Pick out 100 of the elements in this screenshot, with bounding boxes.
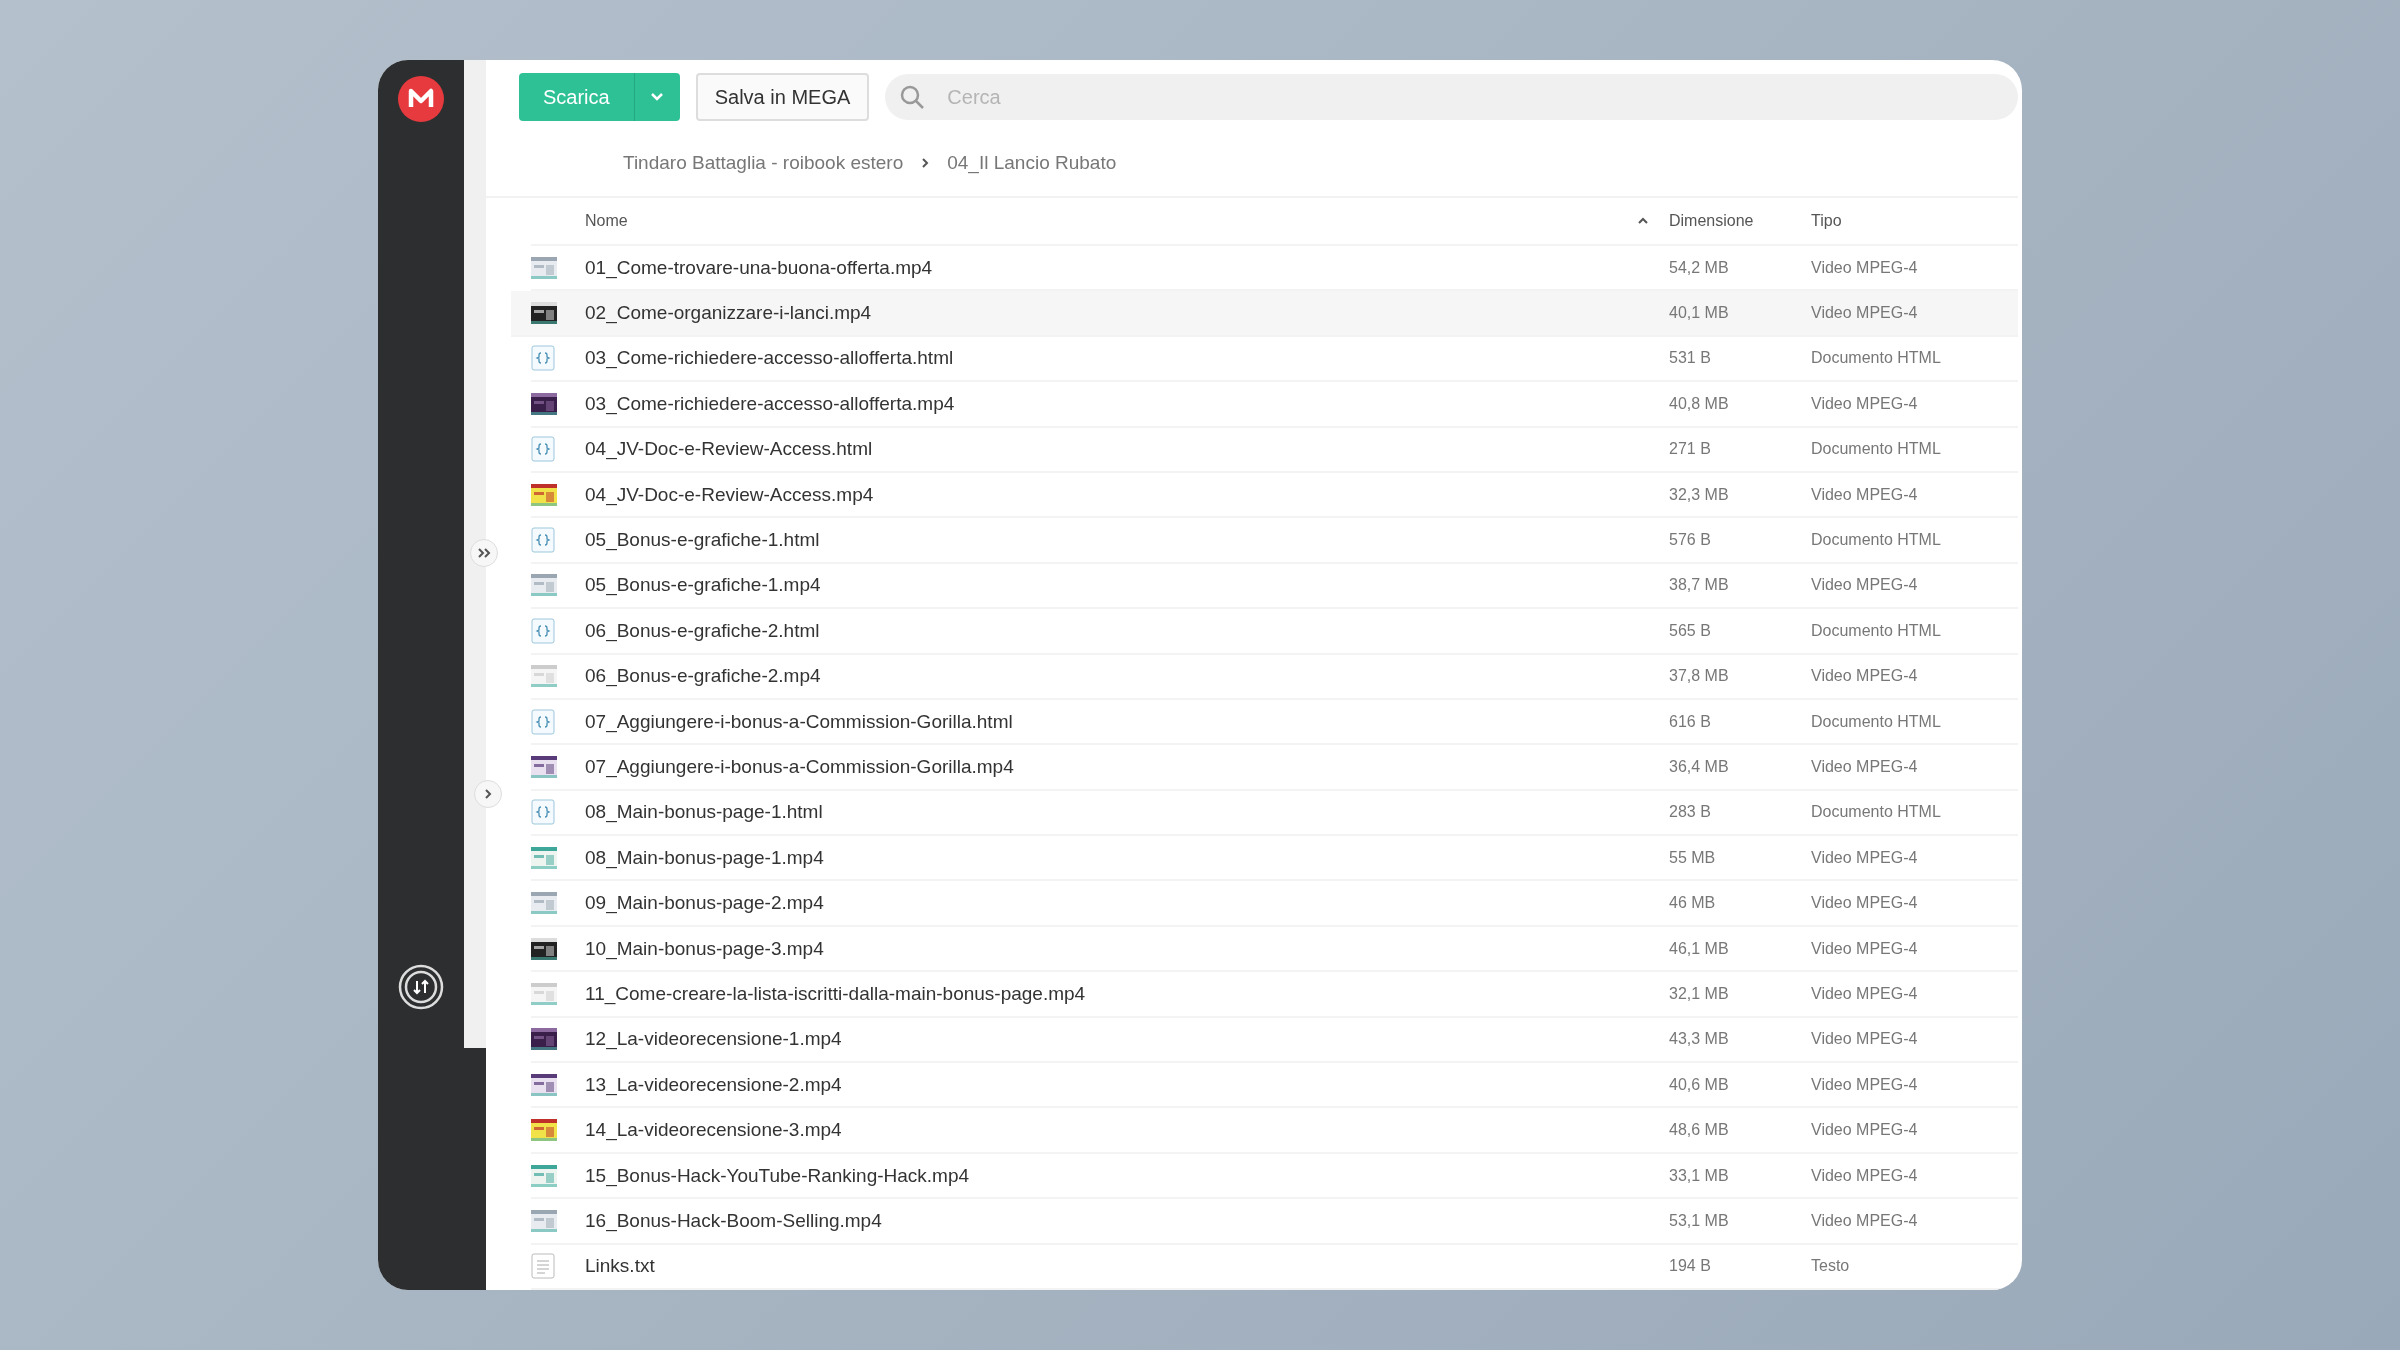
file-row[interactable]: 14_La-videorecensione-3.mp4 48,6 MB Video MPEG-4	[531, 1108, 2018, 1154]
code-file-icon	[531, 617, 555, 644]
file-name: 02_Come-organizzare-i-lanci.mp4	[585, 302, 873, 325]
file-size: 38,7 MB	[1669, 576, 1730, 595]
file-size: 46 MB	[1669, 894, 1717, 913]
chevron-icon	[921, 156, 930, 169]
file-row[interactable]: 06_Bonus-e-grafiche-2.html 565 B Documento HTML	[531, 609, 2018, 655]
file-size: 54,2 MB	[1669, 258, 1730, 277]
file-row[interactable]: 05_Bonus-e-grafiche-1.html 576 B Documento HTML	[531, 518, 2018, 564]
code-file-icon	[531, 799, 555, 826]
file-size: 40,1 MB	[1669, 304, 1730, 323]
file-name: 13_La-videorecensione-2.mp4	[585, 1073, 843, 1096]
search-icon	[899, 84, 926, 110]
file-type: Video MPEG-4	[1811, 939, 1919, 958]
file-size: 531 B	[1669, 349, 1712, 368]
file-size: 53,1 MB	[1669, 1211, 1730, 1230]
column-header[interactable]: Nome	[585, 212, 628, 230]
file-size: 48,6 MB	[1669, 1121, 1730, 1140]
file-row[interactable]: 15_Bonus-Hack-YouTube-Ranking-Hack.mp4 33,1 MB Video MPEG-4	[531, 1153, 2018, 1200]
breadcrumb-link[interactable]: Tindaro Battaglia - roibook estero	[623, 151, 904, 174]
file-type: Documento HTML	[1811, 803, 1942, 822]
file-row[interactable]: 08_Main-bonus-page-1.html 283 B Documento HTML	[531, 790, 2018, 837]
file-row[interactable]: 12_La-videorecensione-1.mp4 43,3 MB Video MPEG-4	[531, 1017, 2018, 1064]
file-name: 16_Bonus-Hack-Boom-Selling.mp4	[585, 1209, 883, 1232]
file-row[interactable]: 09_Main-bonus-page-2.mp4 46 MB Video MPEG-4	[531, 881, 2018, 927]
file-size: 37,8 MB	[1669, 667, 1730, 686]
file-size: 576 B	[1669, 531, 1712, 550]
search-field[interactable]: Cerca	[945, 84, 2018, 110]
file-size: 32,3 MB	[1669, 485, 1730, 504]
file-size: 565 B	[1669, 621, 1712, 640]
file-type: Documento HTML	[1811, 621, 1942, 640]
file-row[interactable]: 04_JV-Doc-e-Review-Access.html 271 B Documento HTML	[531, 427, 2018, 473]
file-size: 46,1 MB	[1669, 939, 1730, 958]
file-name: 10_Main-bonus-page-3.mp4	[585, 937, 825, 960]
code-file-icon	[531, 527, 555, 554]
file-name: 08_Main-bonus-page-1.html	[585, 801, 824, 824]
breadcrumb-link[interactable]: 04_Il Lancio Rubato	[947, 151, 1117, 174]
file-size: 36,4 MB	[1669, 758, 1730, 776]
file-row[interactable]: 08_Main-bonus-page-1.mp4 55 MB Video MPEG-4	[531, 836, 2018, 882]
file-name: 08_Main-bonus-page-1.mp4	[585, 846, 825, 869]
file-row[interactable]: 10_Main-bonus-page-3.mp4 46,1 MB Video MPEG-4	[531, 926, 2018, 973]
file-size: 32,1 MB	[1669, 984, 1730, 1003]
file-size: 55 MB	[1669, 848, 1717, 867]
file-size: 40,6 MB	[1669, 1075, 1730, 1094]
file-row[interactable]: 11_Come-creare-la-lista-iscritti-dalla-main-bonus-page.mp4 32,1 MB Video MPEG-4	[531, 972, 2018, 1018]
file-type: Video MPEG-4	[1811, 758, 1919, 776]
transfers-icon[interactable]	[398, 964, 444, 1010]
logo-icon	[398, 76, 444, 122]
file-row[interactable]: Links.txt 194 B Testo	[531, 1244, 2018, 1290]
file-name: 03_Come-richiedere-accesso-allofferta.html	[585, 347, 955, 370]
code-file-icon	[531, 708, 555, 735]
file-type: Video MPEG-4	[1811, 1121, 1919, 1140]
file-name: 11_Come-creare-la-lista-iscritti-dalla-main-bonus-page.mp4	[585, 982, 1087, 1005]
code-file-icon	[531, 436, 555, 463]
file-row[interactable]: 07_Aggiungere-i-bonus-a-Commission-Gorilla.mp4 36,4 MB Video MPEG-4	[531, 745, 2018, 791]
file-name: 06_Bonus-e-grafiche-2.html	[585, 619, 821, 642]
column-header[interactable]: Tipo	[1811, 212, 1842, 230]
file-row[interactable]: 07_Aggiungere-i-bonus-a-Commission-Gorilla.html 616 B Documento HTML	[531, 699, 2018, 746]
sort-icon[interactable]	[1637, 217, 1649, 225]
file-row[interactable]: 06_Bonus-e-grafiche-2.mp4 37,8 MB Video MPEG-4	[531, 654, 2018, 700]
file-name: 07_Aggiungere-i-bonus-a-Commission-Gorilla.html	[585, 710, 1014, 733]
file-type: Video MPEG-4	[1811, 1166, 1919, 1185]
file-size: 283 B	[1669, 803, 1712, 822]
file-type: Video MPEG-4	[1811, 1030, 1919, 1049]
file-type: Documento HTML	[1811, 531, 1942, 550]
file-row[interactable]: 05_Bonus-e-grafiche-1.mp4 38,7 MB Video MPEG-4	[531, 563, 2018, 610]
file-type: Video MPEG-4	[1811, 394, 1919, 413]
file-name: 12_La-videorecensione-1.mp4	[585, 1028, 843, 1051]
file-row[interactable]: 03_Come-richiedere-accesso-allofferta.html 531 B Documento HTML	[531, 336, 2018, 383]
file-type: Testo	[1811, 1257, 1851, 1276]
file-name: 05_Bonus-e-grafiche-1.html	[585, 529, 821, 552]
file-type: Video MPEG-4	[1811, 304, 1919, 323]
text-file-icon	[531, 1253, 555, 1280]
file-size: 43,3 MB	[1669, 1030, 1730, 1049]
file-name: 14_La-videorecensione-3.mp4	[585, 1119, 843, 1142]
file-row[interactable]: 04_JV-Doc-e-Review-Access.mp4 32,3 MB Video MPEG-4	[531, 472, 2018, 519]
double-chevron-icon	[477, 547, 491, 559]
file-name: 03_Come-richiedere-accesso-allofferta.mp4	[585, 392, 956, 415]
file-type: Video MPEG-4	[1811, 258, 1919, 277]
file-name: 04_JV-Doc-e-Review-Access.mp4	[585, 483, 875, 506]
file-type: Video MPEG-4	[1811, 984, 1919, 1003]
file-size: 271 B	[1669, 440, 1712, 459]
file-type: Documento HTML	[1811, 349, 1942, 368]
file-type: Video MPEG-4	[1811, 667, 1919, 686]
file-row[interactable]: 16_Bonus-Hack-Boom-Selling.mp4 53,1 MB Video MPEG-4	[531, 1199, 2018, 1245]
file-type: Video MPEG-4	[1811, 848, 1919, 867]
chevron-icon	[484, 788, 492, 800]
file-name: 09_Main-bonus-page-2.mp4	[585, 892, 825, 915]
file-name: 07_Aggiungere-i-bonus-a-Commission-Gorilla.mp4	[585, 756, 1015, 778]
search-bar[interactable]: Cerca	[885, 74, 2018, 120]
file-type: Documento HTML	[1811, 440, 1942, 459]
file-type: Video MPEG-4	[1811, 485, 1919, 504]
file-name: Links.txt	[585, 1255, 656, 1278]
file-row[interactable]: 13_La-videorecensione-2.mp4 40,6 MB Video MPEG-4	[531, 1063, 2018, 1109]
file-name: 01_Come-trovare-una-buona-offerta.mp4	[585, 256, 934, 279]
file-type: Documento HTML	[1811, 712, 1942, 731]
column-header[interactable]: Dimensione	[1669, 212, 1754, 230]
save-button[interactable]: Salva in MEGA	[695, 73, 870, 121]
file-row[interactable]: 03_Come-richiedere-accesso-allofferta.mp4 40,8 MB Video MPEG-4	[531, 382, 2018, 428]
file-row[interactable]: 02_Come-organizzare-i-lanci.mp4 40,1 MB Video MPEG-4	[511, 291, 2018, 337]
